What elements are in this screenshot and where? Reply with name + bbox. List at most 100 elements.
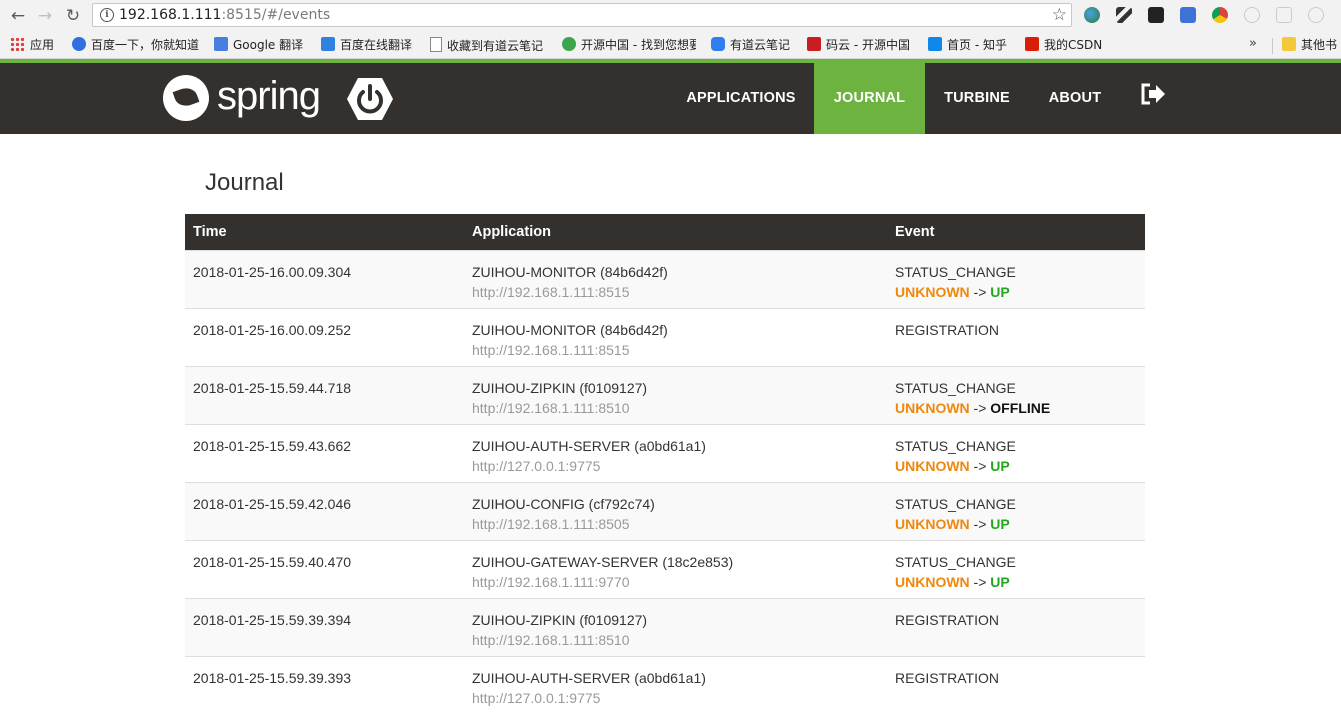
app-header: spring APPLICATIONS JOURNAL TURBINE ABOU… — [0, 63, 1341, 134]
address-bar[interactable]: i 192.168.1.111:8515/#/events ☆ — [92, 3, 1072, 27]
tampermonkey-extension-icon[interactable] — [1148, 7, 1164, 23]
cell-application: ZUIHOU-MONITOR (84b6d42f)http://192.168.… — [464, 309, 887, 367]
cell-application: ZUIHOU-AUTH-SERVER (a0bd61a1)http://127.… — [464, 657, 887, 714]
column-header-application: Application — [464, 214, 887, 251]
bookmark-other[interactable]: 其他书 — [1282, 37, 1337, 53]
table-row: 2018-01-25-15.59.44.718ZUIHOU-ZIPKIN (f0… — [185, 367, 1145, 425]
bookmark-star-icon[interactable]: ☆ — [1052, 4, 1067, 26]
bookmark-csdn[interactable]: 我的CSDN — [1025, 37, 1102, 53]
chrome-extension-icon[interactable] — [1212, 7, 1228, 23]
status-from: UNKNOWN — [895, 400, 970, 416]
status-to: UP — [990, 284, 1009, 300]
status-transition: UNKNOWN -> UP — [895, 282, 1137, 302]
spring-leaf-logo-icon[interactable] — [163, 75, 209, 121]
status-arrow: -> — [974, 574, 987, 590]
status-from: UNKNOWN — [895, 516, 970, 532]
event-type: STATUS_CHANGE — [895, 378, 1137, 398]
pen-extension-icon[interactable] — [1244, 7, 1260, 23]
application-name: ZUIHOU-CONFIG (cf792c74) — [472, 494, 879, 514]
cell-application: ZUIHOU-ZIPKIN (f0109127)http://192.168.1… — [464, 367, 887, 425]
table-row: 2018-01-25-16.00.09.252ZUIHOU-MONITOR (8… — [185, 309, 1145, 367]
status-transition: UNKNOWN -> OFFLINE — [895, 398, 1137, 418]
nav-turbine[interactable]: TURBINE — [932, 63, 1022, 134]
table-row: 2018-01-25-15.59.43.662ZUIHOU-AUTH-SERVE… — [185, 425, 1145, 483]
cell-time: 2018-01-25-16.00.09.252 — [185, 309, 464, 367]
page-title: Journal — [205, 168, 284, 198]
nav-journal[interactable]: JOURNAL — [814, 63, 925, 134]
browser-toolbar: ← → ↻ i 192.168.1.111:8515/#/events ☆ — [0, 0, 1341, 32]
url-text[interactable]: 192.168.1.111:8515/#/events — [119, 6, 330, 24]
bookmarks-bar: 应用 百度一下，你就知道 Google 翻译 百度在线翻译 收藏到有道云笔记 开… — [0, 32, 1341, 59]
application-name: ZUIHOU-MONITOR (84b6d42f) — [472, 320, 879, 340]
more-bookmarks-chevron-icon[interactable]: » — [1249, 36, 1257, 51]
oschina-icon — [562, 37, 576, 51]
application-url: http://192.168.1.111:9770 — [472, 572, 879, 592]
application-url: http://192.168.1.111:8515 — [472, 340, 879, 360]
bookmark-baidu[interactable]: 百度一下，你就知道 — [72, 37, 199, 53]
status-arrow: -> — [974, 516, 987, 532]
bookmark-oschina[interactable]: 开源中国 - 找到您想要 — [562, 37, 696, 53]
nav-applications[interactable]: APPLICATIONS — [674, 63, 808, 134]
status-to: UP — [990, 574, 1009, 590]
application-url: http://127.0.0.1:9775 — [472, 456, 879, 476]
column-header-event: Event — [887, 214, 1145, 251]
cell-time: 2018-01-25-16.00.09.304 — [185, 251, 464, 309]
nav-about[interactable]: ABOUT — [1036, 63, 1114, 134]
bookmark-apps[interactable]: 应用 — [10, 37, 54, 53]
cell-event: STATUS_CHANGEUNKNOWN -> UP — [887, 251, 1145, 309]
event-type: STATUS_CHANGE — [895, 494, 1137, 514]
globe-extension-icon[interactable] — [1084, 7, 1100, 23]
spring-boot-power-logo-icon — [346, 77, 394, 121]
spring-logo-text[interactable]: spring — [217, 71, 320, 121]
site-info-icon[interactable]: i — [100, 8, 114, 22]
cell-event: STATUS_CHANGEUNKNOWN -> UP — [887, 425, 1145, 483]
circle-extension-icon[interactable] — [1308, 7, 1324, 23]
cell-application: ZUIHOU-CONFIG (cf792c74)http://192.168.1… — [464, 483, 887, 541]
bookmark-baidu-translate[interactable]: 百度在线翻译 — [321, 37, 412, 53]
application-url: http://192.168.1.111:8515 — [472, 282, 879, 302]
cell-event: REGISTRATION — [887, 657, 1145, 714]
status-transition: UNKNOWN -> UP — [895, 514, 1137, 534]
table-row: 2018-01-25-15.59.39.393ZUIHOU-AUTH-SERVE… — [185, 657, 1145, 714]
status-arrow: -> — [974, 400, 987, 416]
bookmark-google-translate[interactable]: Google 翻译 — [214, 37, 303, 53]
status-arrow: -> — [974, 284, 987, 300]
application-url: http://192.168.1.111:8505 — [472, 514, 879, 534]
column-header-time: Time — [185, 214, 464, 251]
event-type: REGISTRATION — [895, 610, 1137, 630]
event-type: REGISTRATION — [895, 668, 1137, 688]
cell-event: REGISTRATION — [887, 309, 1145, 367]
csdn-icon — [1025, 37, 1039, 51]
gitee-icon — [807, 37, 821, 51]
application-name: ZUIHOU-MONITOR (84b6d42f) — [472, 262, 879, 282]
table-row: 2018-01-25-15.59.40.470ZUIHOU-GATEWAY-SE… — [185, 541, 1145, 599]
cell-time: 2018-01-25-15.59.39.394 — [185, 599, 464, 657]
translate-extension-icon[interactable] — [1180, 7, 1196, 23]
event-type: STATUS_CHANGE — [895, 552, 1137, 572]
application-url: http://192.168.1.111:8510 — [472, 398, 879, 418]
bookmark-youdao-note[interactable]: 有道云笔记 — [711, 37, 790, 53]
back-arrow-icon[interactable]: ← — [8, 6, 28, 26]
cell-time: 2018-01-25-15.59.39.393 — [185, 657, 464, 714]
application-name: ZUIHOU-AUTH-SERVER (a0bd61a1) — [472, 436, 879, 456]
application-name: ZUIHOU-ZIPKIN (f0109127) — [472, 610, 879, 630]
cell-application: ZUIHOU-GATEWAY-SERVER (18c2e853)http://1… — [464, 541, 887, 599]
bookmark-gitee[interactable]: 码云 - 开源中国 — [807, 37, 910, 53]
bookmark-youdao-collect[interactable]: 收藏到有道云笔记 — [430, 37, 543, 53]
reload-icon[interactable]: ↻ — [63, 6, 83, 26]
logout-icon[interactable] — [1140, 82, 1166, 106]
journal-table: Time Application Event 2018-01-25-16.00.… — [185, 214, 1145, 714]
application-name: ZUIHOU-AUTH-SERVER (a0bd61a1) — [472, 668, 879, 688]
forward-arrow-icon[interactable]: → — [35, 6, 55, 26]
box-extension-icon[interactable] — [1276, 7, 1292, 23]
google-translate-icon — [214, 37, 228, 51]
cell-event: STATUS_CHANGEUNKNOWN -> OFFLINE — [887, 367, 1145, 425]
folder-icon — [1282, 37, 1296, 51]
cell-time: 2018-01-25-15.59.43.662 — [185, 425, 464, 483]
cell-time: 2018-01-25-15.59.40.470 — [185, 541, 464, 599]
wave-extension-icon[interactable] — [1116, 7, 1132, 23]
page-icon — [430, 37, 442, 52]
table-row: 2018-01-25-16.00.09.304 ZUIHOU-MONITOR (8… — [185, 251, 1145, 309]
bookmark-zhihu[interactable]: 首页 - 知乎 — [928, 37, 1007, 53]
cell-application: ZUIHOU-AUTH-SERVER (a0bd61a1)http://127.… — [464, 425, 887, 483]
